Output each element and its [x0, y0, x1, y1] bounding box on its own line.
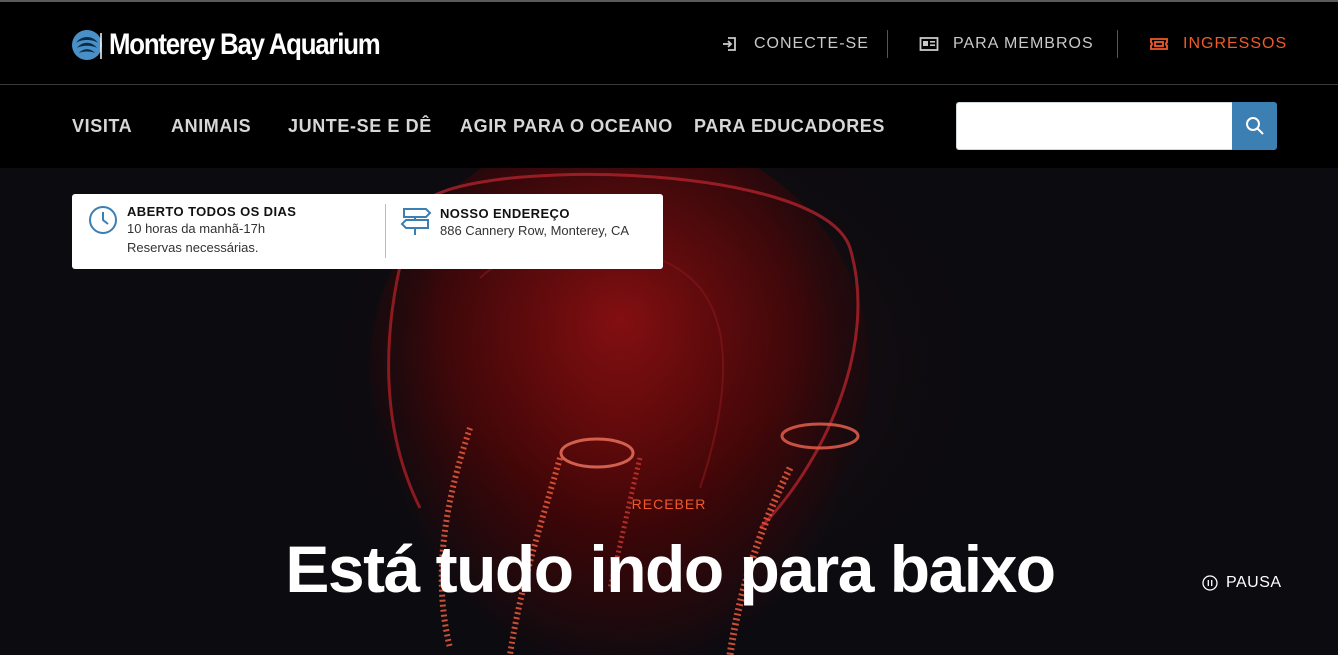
search-form: [956, 102, 1277, 150]
nav-item-agir[interactable]: AGIR PARA O OCEANO: [460, 116, 673, 137]
nav-item-junte-se[interactable]: JUNTE-SE E DÊ: [288, 116, 432, 137]
site-logo[interactable]: Monterey Bay Aquarium: [71, 28, 424, 62]
login-label: CONECTE-SE: [754, 35, 869, 52]
info-card: ABERTO TODOS OS DIAS 10 horas da manhã-1…: [72, 194, 663, 269]
ticket-icon: [1150, 38, 1168, 50]
tickets-label: INGRESSOS: [1183, 35, 1288, 52]
signpost-icon: [400, 208, 432, 235]
divider: [887, 30, 888, 58]
card-divider: [385, 204, 386, 258]
nav-item-visita[interactable]: VISITA: [72, 116, 132, 137]
search-input[interactable]: [956, 102, 1232, 150]
tickets-link[interactable]: INGRESSOS: [1149, 30, 1287, 58]
hours-title: ABERTO TODOS OS DIAS: [127, 204, 297, 219]
nav-item-animais[interactable]: ANIMAIS: [171, 116, 251, 137]
top-bar: Monterey Bay Aquarium CONECTE-SE PARA ME…: [0, 0, 1338, 85]
logo-icon: [72, 30, 102, 60]
pause-button[interactable]: PAUSA: [1202, 574, 1282, 592]
address-title: NOSSO ENDEREÇO: [440, 206, 570, 221]
login-link[interactable]: CONECTE-SE: [720, 30, 869, 58]
nav-item-educadores[interactable]: PARA EDUCADORES: [694, 116, 885, 137]
members-label: PARA MEMBROS: [953, 35, 1094, 52]
pause-icon: [1202, 575, 1218, 591]
members-link[interactable]: PARA MEMBROS: [919, 30, 1094, 58]
search-icon: [1245, 117, 1264, 135]
hero-eyebrow: RECEBER: [631, 496, 707, 512]
hours-line: 10 horas da manhã-17h: [127, 221, 266, 236]
hero-headline: Está tudo indo para baixo: [285, 532, 1056, 606]
pause-label: PAUSA: [1226, 574, 1282, 591]
divider: [1117, 30, 1118, 58]
logo-text: Monterey Bay Aquarium: [109, 28, 381, 61]
reservation-note: Reservas necessárias.: [127, 240, 259, 255]
clock-icon: [89, 206, 117, 234]
member-card-icon: [919, 37, 939, 51]
address-line: 886 Cannery Row, Monterey, CA: [440, 223, 630, 238]
main-nav: VISITA ANIMAIS JUNTE-SE E DÊ AGIR PARA O…: [0, 85, 1338, 168]
sign-in-icon: [723, 37, 736, 51]
search-button[interactable]: [1232, 102, 1277, 150]
